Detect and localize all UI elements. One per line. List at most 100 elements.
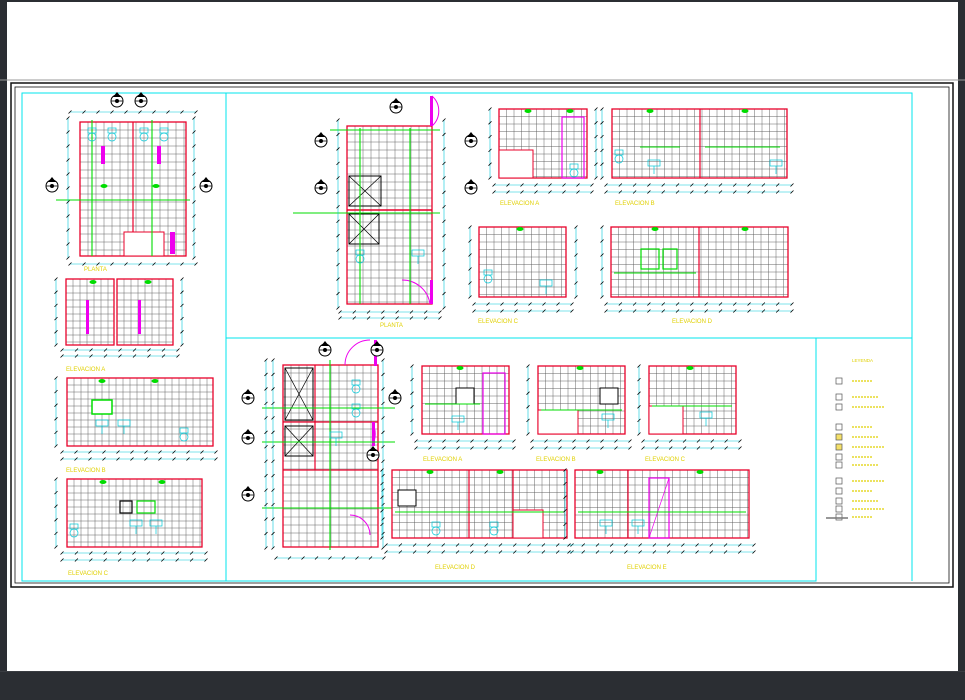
section-marker-icon-top-b[interactable] [314, 132, 328, 148]
door-icon [86, 300, 89, 334]
elev-label-d-top: ELEVACION D [672, 319, 713, 325]
elev-label-b-top: ELEVACION B [615, 201, 655, 207]
dimension-line [60, 551, 208, 555]
section-marker-icon-b[interactable] [134, 92, 148, 108]
dimension-line [567, 550, 756, 554]
left-elev-a-wall-2 [116, 278, 174, 346]
legend-symbol [835, 443, 843, 451]
dimension-line [384, 543, 574, 547]
dimension-line [442, 118, 446, 310]
dimension-line [641, 439, 742, 443]
dimension-line [338, 310, 442, 314]
dimension-line [180, 277, 184, 347]
dimension-line [60, 558, 208, 562]
light-fixture-icon [651, 227, 659, 231]
dimension-line [274, 556, 386, 560]
dimension-line [60, 348, 180, 352]
dimension-line [492, 190, 594, 194]
elev-label-c-top: ELEVACION C [478, 319, 519, 325]
elev-label-a-top: ELEVACION A [500, 201, 539, 207]
light-fixture-icon [144, 280, 152, 284]
dimension-line [264, 358, 268, 550]
dimension-line [68, 262, 198, 266]
dimension-line [66, 116, 70, 260]
door-swing-icon[interactable] [431, 95, 440, 127]
legend-symbol [835, 403, 843, 411]
plan-label-left: PLANTA [84, 267, 107, 273]
section-marker-icon-a[interactable] [110, 92, 124, 108]
door-icon [138, 300, 141, 334]
section-marker-icon-top-c[interactable] [314, 179, 328, 195]
top-elev-c-wall [478, 226, 567, 298]
section-marker-icon-top-a[interactable] [389, 98, 403, 114]
light-fixture-icon [741, 109, 749, 113]
dimension-line [526, 364, 530, 436]
legend-symbol [835, 393, 843, 401]
section-marker-icon-top-e[interactable] [464, 179, 478, 195]
light-fixture-icon [576, 366, 584, 370]
taskbar[interactable] [0, 671, 965, 700]
legend-block [826, 377, 884, 521]
section-marker-icon-bot-a[interactable] [318, 341, 332, 357]
mirror-icon [91, 399, 113, 415]
section-marker-icon-bot-d[interactable] [388, 389, 402, 405]
dimension-line [54, 376, 58, 448]
dimension-line [492, 183, 594, 187]
section-marker-icon-bot-f[interactable] [241, 486, 255, 502]
legend-symbol [835, 423, 843, 431]
dimension-line [338, 316, 442, 320]
elev-label-b-bottom: ELEVACION B [536, 457, 576, 463]
section-marker-icon-bot-c[interactable] [241, 389, 255, 405]
light-fixture-icon [524, 109, 532, 113]
light-fixture-icon [89, 280, 97, 284]
light-fixture-icon [158, 480, 166, 484]
dimension-line [637, 364, 641, 436]
dimension-line [604, 190, 794, 194]
dimension-line [336, 118, 340, 310]
elev-label-b-left: ELEVACION B [66, 468, 106, 474]
section-marker-icon-bot-b[interactable] [370, 341, 384, 357]
legend-symbol [835, 477, 843, 485]
section-marker-icon-top-d[interactable] [464, 132, 478, 148]
section-marker-icon-d[interactable] [199, 177, 213, 193]
dimension-line [68, 110, 198, 114]
bottom-elev-e-wall [574, 469, 750, 539]
light-fixture-icon [152, 184, 160, 188]
dimension-line [604, 302, 794, 306]
dimension-line [54, 477, 58, 549]
light-fixture-icon [566, 109, 574, 113]
light-fixture-icon [496, 470, 504, 474]
legend-symbol [835, 505, 843, 513]
dimension-line [488, 107, 492, 180]
elev-label-c-bottom: ELEVACION C [645, 457, 686, 463]
elev-label-d-bottom: ELEVACION D [435, 565, 476, 571]
dimension-line [641, 446, 742, 450]
section-marker-icon-bot-e[interactable] [241, 429, 255, 445]
door-icon [157, 146, 161, 164]
legend-title: LEYENDA [852, 358, 873, 363]
dimension-line [468, 225, 472, 299]
plan-label-top: PLANTA [380, 323, 403, 329]
light-fixture-icon [456, 366, 464, 370]
door-icon [101, 146, 105, 164]
cad-drawing-canvas[interactable]: PLANTA PLANTA ELEVACION A ELEVACION B EL… [0, 0, 965, 700]
dimension-line [530, 446, 632, 450]
left-elev-b-wall [66, 377, 214, 447]
legend-symbol [835, 461, 843, 469]
door-icon [170, 232, 175, 254]
left-elev-c-wall [66, 478, 203, 548]
dimension-line [472, 309, 574, 313]
light-fixture-icon [696, 470, 704, 474]
section-marker-icon-c[interactable] [45, 177, 59, 193]
dimension-line [600, 225, 604, 299]
light-fixture-icon [741, 227, 749, 231]
legend-symbol [835, 497, 843, 505]
door-swing-icon[interactable] [344, 339, 371, 366]
light-fixture-icon [426, 470, 434, 474]
dimension-line [60, 354, 180, 358]
window-icon [455, 387, 475, 405]
legend-symbol [835, 487, 843, 495]
light-fixture-icon [98, 379, 106, 383]
elev-label-a-left: ELEVACION A [66, 367, 105, 373]
dimension-line [60, 457, 218, 461]
